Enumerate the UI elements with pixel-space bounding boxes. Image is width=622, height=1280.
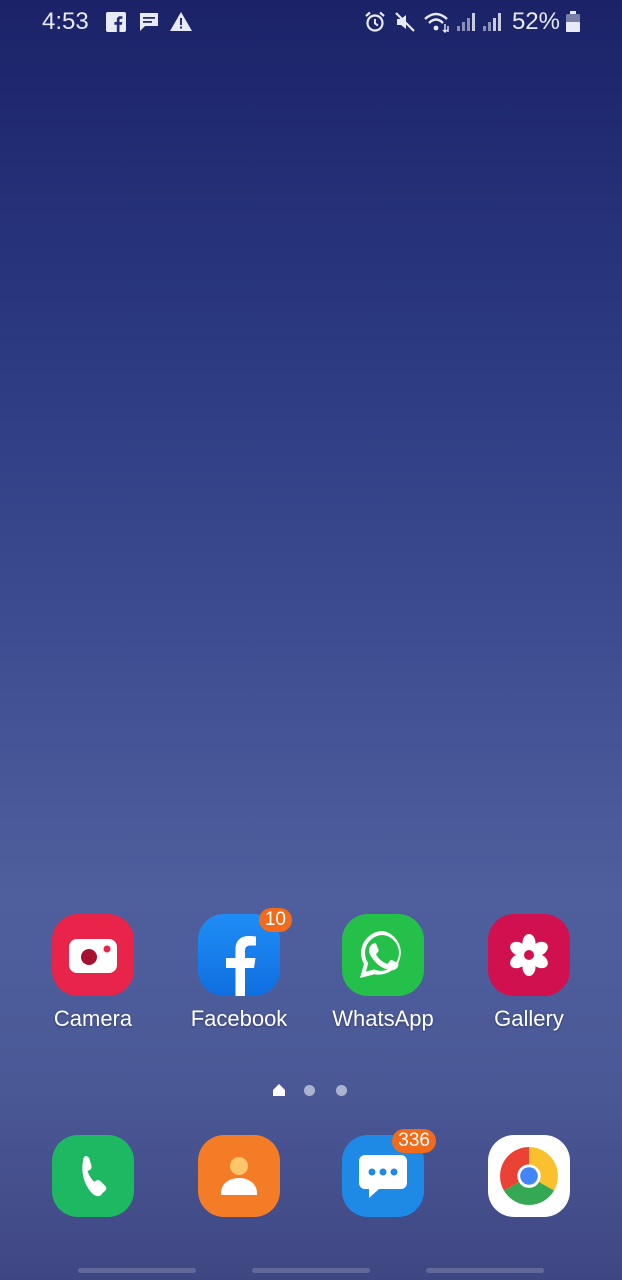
wifi-icon [424, 12, 449, 33]
signal-icon [457, 13, 475, 31]
whatsapp-icon [360, 931, 401, 978]
chrome-app-icon [488, 1135, 570, 1217]
dock-phone[interactable] [23, 1135, 163, 1217]
nav-recents-handle[interactable] [78, 1268, 196, 1273]
app-label: Camera [53, 1006, 133, 1031]
message-notification-icon [140, 13, 158, 31]
facebook-f-icon [226, 936, 256, 996]
navigation-bar [0, 1260, 622, 1280]
battery-icon [566, 11, 580, 32]
nav-back-handle[interactable] [426, 1268, 544, 1273]
nav-home-handle[interactable] [252, 1268, 370, 1273]
contacts-app-icon [198, 1135, 280, 1217]
home-page-indicator-icon[interactable] [272, 1083, 286, 1097]
battery-percent: 52% [511, 8, 560, 35]
dock-contacts[interactable] [169, 1135, 309, 1217]
facebook-app-icon: 10 [198, 908, 292, 996]
warning-icon [170, 12, 192, 31]
app-whatsapp[interactable]: WhatsApp [313, 914, 453, 1032]
page-dot[interactable] [304, 1085, 315, 1096]
dock-messages[interactable]: 336 [313, 1129, 453, 1217]
phone-app-icon [52, 1135, 134, 1217]
app-label: Facebook [190, 1006, 288, 1031]
phone-icon [82, 1156, 107, 1197]
gallery-app-icon [488, 914, 570, 996]
app-gallery[interactable]: Gallery [459, 914, 599, 1032]
messages-app-icon: 336 [342, 1129, 436, 1217]
page-dot[interactable] [336, 1085, 347, 1096]
signal-icon [483, 13, 501, 31]
status-time: 4:53 [42, 8, 89, 35]
status-bar: 4:53 52% [0, 0, 622, 44]
whatsapp-app-icon [342, 914, 424, 996]
app-label: Gallery [494, 1006, 564, 1031]
alarm-icon [365, 11, 385, 32]
mute-icon [395, 12, 415, 32]
dock-chrome[interactable] [459, 1135, 599, 1217]
app-camera[interactable]: Camera [23, 914, 163, 1032]
app-facebook[interactable]: 10 Facebook [169, 908, 309, 1032]
chat-bubble-icon [359, 1155, 407, 1198]
app-label: WhatsApp [332, 1006, 434, 1031]
notification-badge: 336 [392, 1129, 436, 1153]
facebook-notification-icon [106, 12, 126, 32]
camera-app-icon [52, 914, 134, 996]
page-indicator [0, 1081, 622, 1101]
contact-person-icon [221, 1157, 257, 1195]
camera-icon [69, 939, 117, 973]
flower-icon [510, 934, 548, 976]
notification-badge: 10 [258, 908, 292, 932]
chrome-icon [500, 1147, 558, 1205]
